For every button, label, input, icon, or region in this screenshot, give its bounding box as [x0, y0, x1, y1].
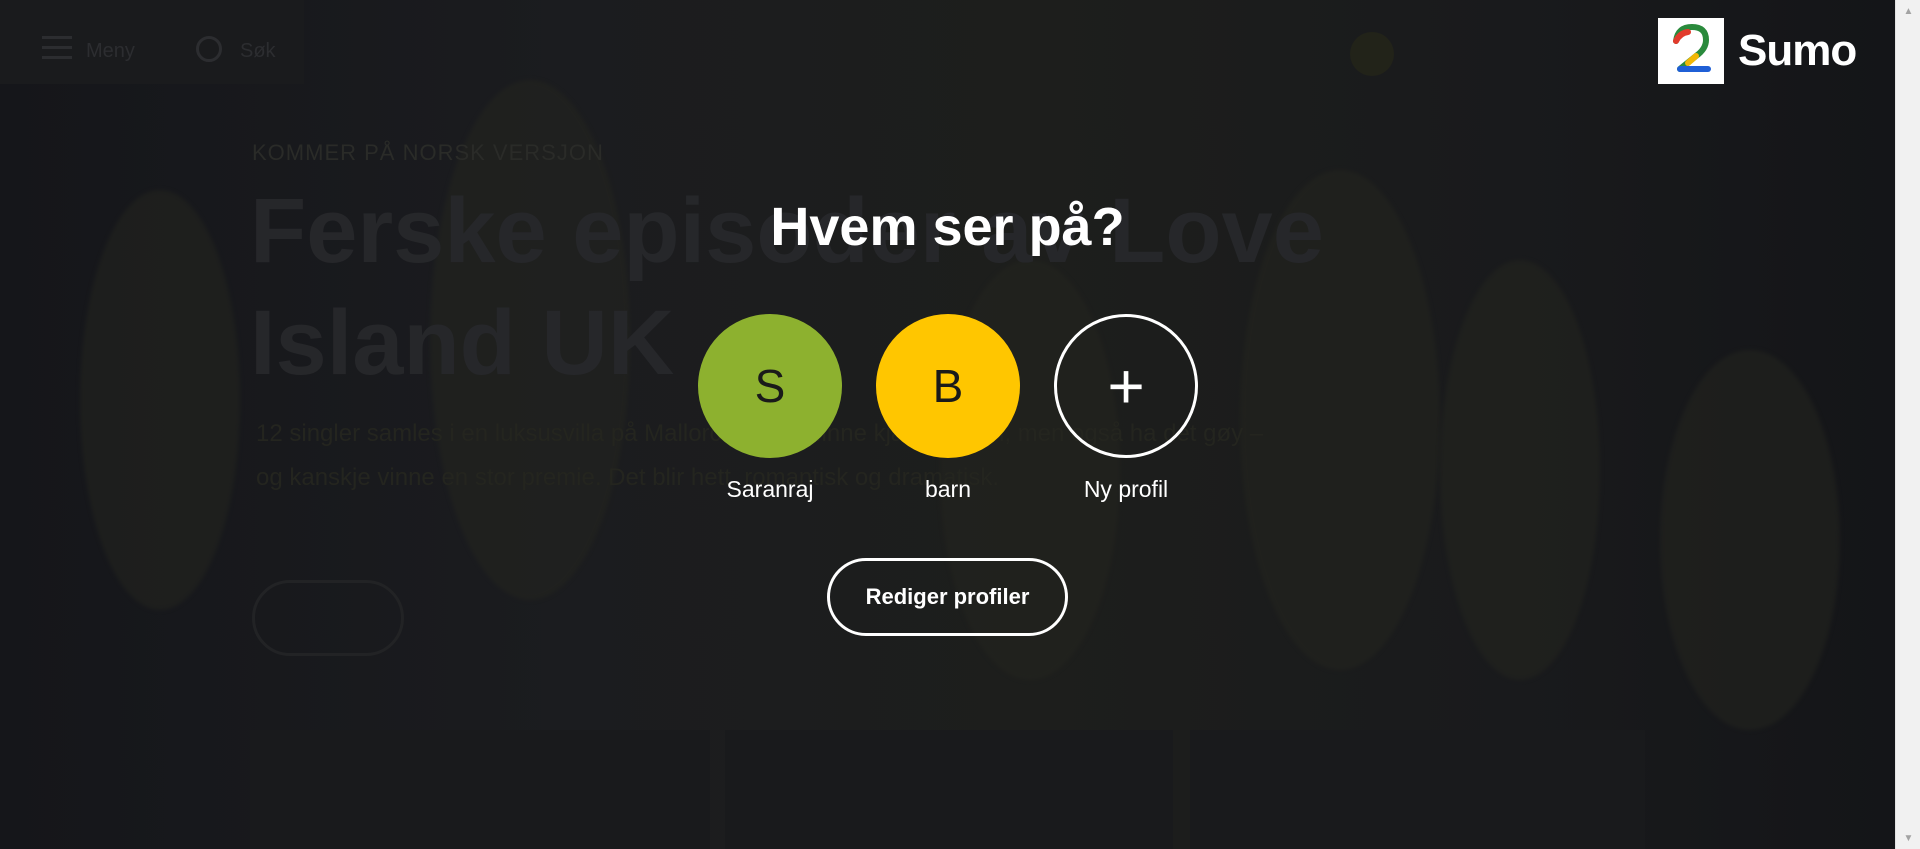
edit-profiles-button[interactable]: Rediger profiler [827, 558, 1068, 636]
profile-avatar[interactable]: S [698, 314, 842, 458]
profile-name[interactable]: barn [925, 476, 971, 503]
profile-list: S Saranraj B barn + Ny profil [698, 314, 1198, 503]
scrollbar[interactable]: ▲ ▼ [1895, 0, 1920, 849]
plus-icon[interactable]: + [1054, 314, 1198, 458]
profile-picker: Hvem ser på? S Saranraj B barn + Ny prof… [0, 0, 1895, 849]
profile-barn[interactable]: B barn [876, 314, 1020, 503]
profile-avatar[interactable]: B [876, 314, 1020, 458]
profile-name[interactable]: Saranraj [727, 476, 814, 503]
picker-title: Hvem ser på? [770, 197, 1125, 257]
profile-saranraj[interactable]: S Saranraj [698, 314, 842, 503]
profile-add-new[interactable]: + Ny profil [1054, 314, 1198, 503]
scroll-up-arrow-icon[interactable]: ▲ [1896, 0, 1920, 22]
scroll-down-arrow-icon[interactable]: ▼ [1896, 827, 1920, 849]
profile-name[interactable]: Ny profil [1084, 476, 1168, 503]
